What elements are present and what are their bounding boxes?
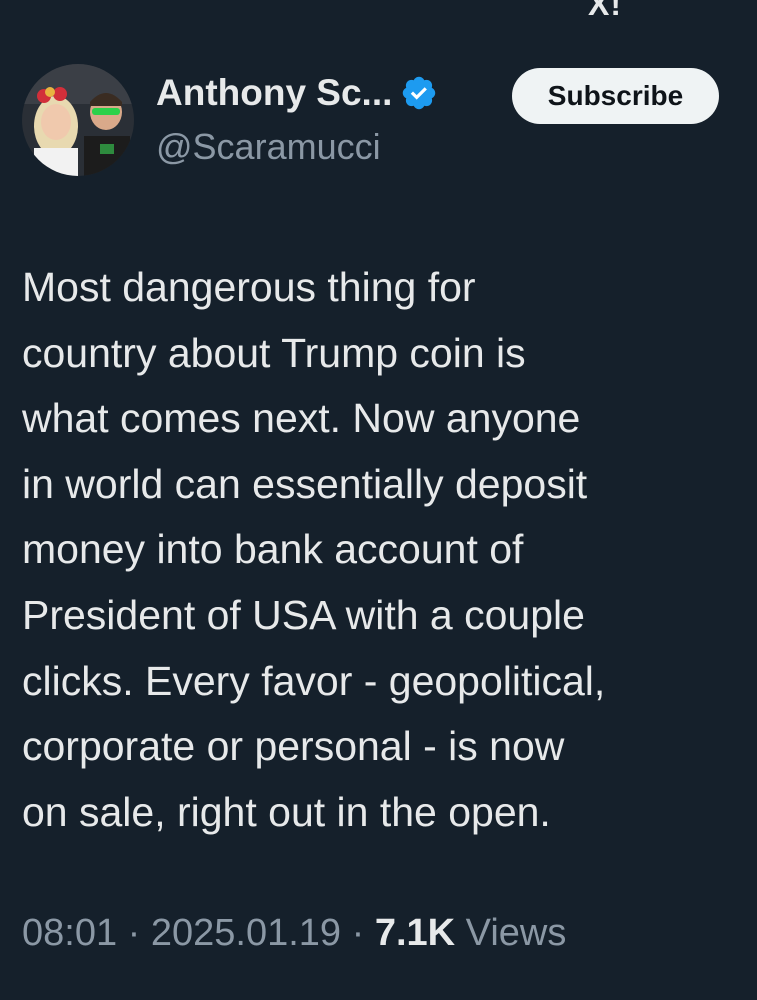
tweet-text-line: what comes next. Now anyone <box>22 395 581 442</box>
avatar[interactable] <box>22 64 134 176</box>
subscribe-button[interactable]: Subscribe <box>512 68 719 124</box>
tweet-text-line: President of USA with a couple <box>22 591 585 638</box>
tweet-text-line: country about Trump coin is <box>22 329 526 376</box>
top-edge-logo-fragment: X! <box>588 0 622 22</box>
meta-separator: · <box>341 912 375 954</box>
tweet-header: Anthony Sc... @Scaramucci Subscribe <box>22 64 719 180</box>
tweet-metadata: 08:01 · 2025.01.19 · 7.1K Views <box>22 912 566 955</box>
tweet-text-line: clicks. Every favor - geopolitical, <box>22 657 606 704</box>
meta-separator: · <box>117 912 151 954</box>
tweet-text-line: Most dangerous thing for <box>22 264 476 310</box>
tweet-date[interactable]: 2025.01.19 <box>151 912 341 954</box>
tweet-text-line: money into bank account of <box>22 526 524 573</box>
author-handle[interactable]: @Scaramucci <box>156 126 381 168</box>
tweet-text: Most dangerous thing for country about T… <box>22 255 737 845</box>
views-label: Views <box>455 912 567 954</box>
verified-badge-icon[interactable] <box>400 74 438 112</box>
author-display-name[interactable]: Anthony Sc... <box>156 72 392 114</box>
tweet-text-line: corporate or personal - is now <box>22 723 565 770</box>
author-name-row: Anthony Sc... <box>156 72 438 114</box>
tweet-time[interactable]: 08:01 <box>22 912 117 954</box>
tweet-text-line: in world can essentially deposit <box>22 460 588 507</box>
views-count[interactable]: 7.1K <box>375 912 455 954</box>
tweet-text-line: on sale, right out in the open. <box>22 788 551 835</box>
